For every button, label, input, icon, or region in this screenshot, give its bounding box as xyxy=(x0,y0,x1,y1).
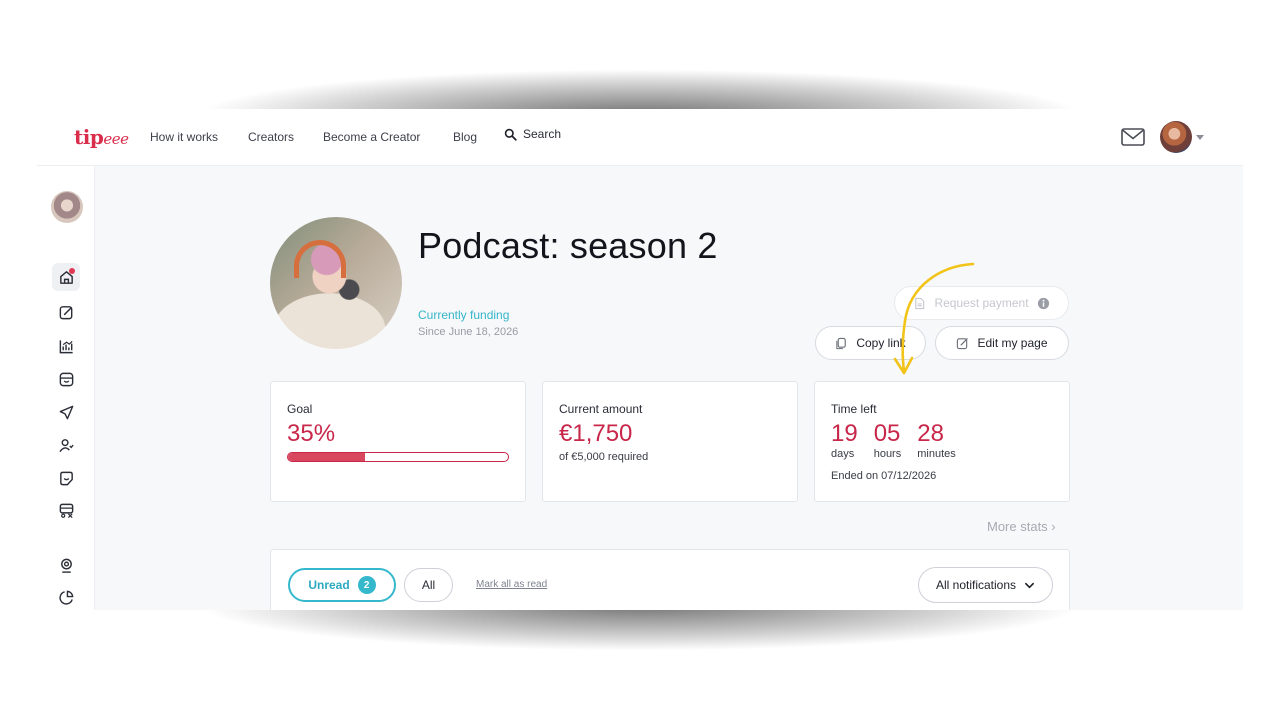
mark-all-read-link[interactable]: Mark all as read xyxy=(476,579,547,590)
countdown: 19 days 05 hours 28 minutes xyxy=(831,420,956,460)
nav-how-it-works[interactable]: How it works xyxy=(150,130,218,144)
nav-become-creator[interactable]: Become a Creator xyxy=(323,130,420,144)
logo-tail: eee xyxy=(103,130,129,148)
sidebar-item-home[interactable] xyxy=(52,263,80,291)
funding-status: Currently funding xyxy=(418,308,510,322)
notifications-panel: Unread 2 All Mark all as read All notifi… xyxy=(270,549,1070,610)
minutes-unit: minutes xyxy=(917,448,956,460)
webcam-icon xyxy=(60,558,72,573)
goal-value: 35% xyxy=(287,420,336,447)
time-left-label: Time left xyxy=(831,402,877,416)
unread-filter-button[interactable]: Unread 2 xyxy=(288,568,396,602)
countdown-minutes: 28 minutes xyxy=(917,420,956,460)
browser-window: tipeee How it works Creators Become a Cr… xyxy=(37,109,1243,610)
all-label: All xyxy=(421,578,436,592)
sidebar-item-settings[interactable] xyxy=(52,496,80,524)
notification-dot xyxy=(69,268,75,274)
window-shadow-top xyxy=(90,20,1190,115)
annotation-arrow xyxy=(893,262,975,375)
top-nav: tipeee How it works Creators Become a Cr… xyxy=(37,109,1243,166)
tipeee-logo[interactable]: tipeee xyxy=(74,125,134,153)
edit-icon xyxy=(59,305,72,319)
headphone-shape xyxy=(294,240,346,278)
sticker-icon xyxy=(59,471,73,485)
sidebar-item-stats[interactable] xyxy=(52,332,80,360)
amount-required: of €5,000 required xyxy=(559,451,649,463)
amount-value: €1,750 xyxy=(559,420,633,447)
chevron-down-icon[interactable] xyxy=(1196,135,1204,140)
send-icon xyxy=(59,405,73,419)
search-icon xyxy=(504,128,517,141)
countdown-days: 19 days xyxy=(831,420,858,460)
bus-settings-icon xyxy=(59,503,73,518)
more-stats-link[interactable]: More stats › xyxy=(987,519,1056,534)
sidebar-item-send[interactable] xyxy=(52,398,80,426)
mail-icon[interactable] xyxy=(1121,128,1145,146)
funding-since: Since June 18, 2026 xyxy=(418,326,519,338)
nav-creators[interactable]: Creators xyxy=(248,130,294,144)
hours-value: 05 xyxy=(873,420,901,447)
sidebar-item-stickers[interactable] xyxy=(52,464,80,492)
nav-search[interactable]: Search xyxy=(504,127,561,141)
chevron-down-icon xyxy=(1025,582,1035,588)
window-shadow-bottom xyxy=(90,605,1190,700)
main-content: Podcast: season 2 Currently funding Sinc… xyxy=(95,166,1243,610)
campaign-cover-image xyxy=(270,217,402,349)
nav-blog[interactable]: Blog xyxy=(453,130,477,144)
unread-label: Unread xyxy=(308,578,350,592)
sidebar xyxy=(37,166,95,610)
days-value: 19 xyxy=(831,420,858,447)
sidebar-item-users[interactable] xyxy=(52,431,80,459)
sidebar-item-edit[interactable] xyxy=(52,298,80,326)
notification-type-select[interactable]: All notifications xyxy=(918,567,1053,603)
user-add-icon xyxy=(58,438,74,452)
goal-progress-fill xyxy=(288,453,365,461)
hours-unit: hours xyxy=(873,448,902,460)
amount-label: Current amount xyxy=(559,402,643,416)
search-label: Search xyxy=(523,127,562,141)
stats-icon xyxy=(59,339,73,353)
amount-card: Current amount €1,750 of €5,000 required xyxy=(542,381,798,502)
days-unit: days xyxy=(831,448,855,460)
ended-date: Ended on 07/12/2026 xyxy=(831,470,937,482)
notification-type-value: All notifications xyxy=(935,578,1017,592)
inbox-icon xyxy=(59,372,73,386)
unread-count-badge: 2 xyxy=(357,576,376,594)
sidebar-item-inbox[interactable] xyxy=(52,365,80,393)
pie-icon xyxy=(58,590,73,605)
info-icon xyxy=(1037,297,1049,309)
goal-card: Goal 35% xyxy=(270,381,526,502)
all-filter-button[interactable]: All xyxy=(404,568,453,602)
page-title: Podcast: season 2 xyxy=(418,225,718,266)
user-avatar[interactable] xyxy=(1160,121,1192,153)
goal-progress-bar xyxy=(287,452,509,462)
goal-label: Goal xyxy=(287,402,313,416)
sidebar-item-pie[interactable] xyxy=(52,583,80,610)
sidebar-avatar[interactable] xyxy=(51,191,83,223)
minutes-value: 28 xyxy=(917,420,944,447)
countdown-hours: 05 hours xyxy=(874,420,902,460)
sidebar-item-webcam[interactable] xyxy=(52,551,80,579)
copy-icon xyxy=(836,337,847,349)
